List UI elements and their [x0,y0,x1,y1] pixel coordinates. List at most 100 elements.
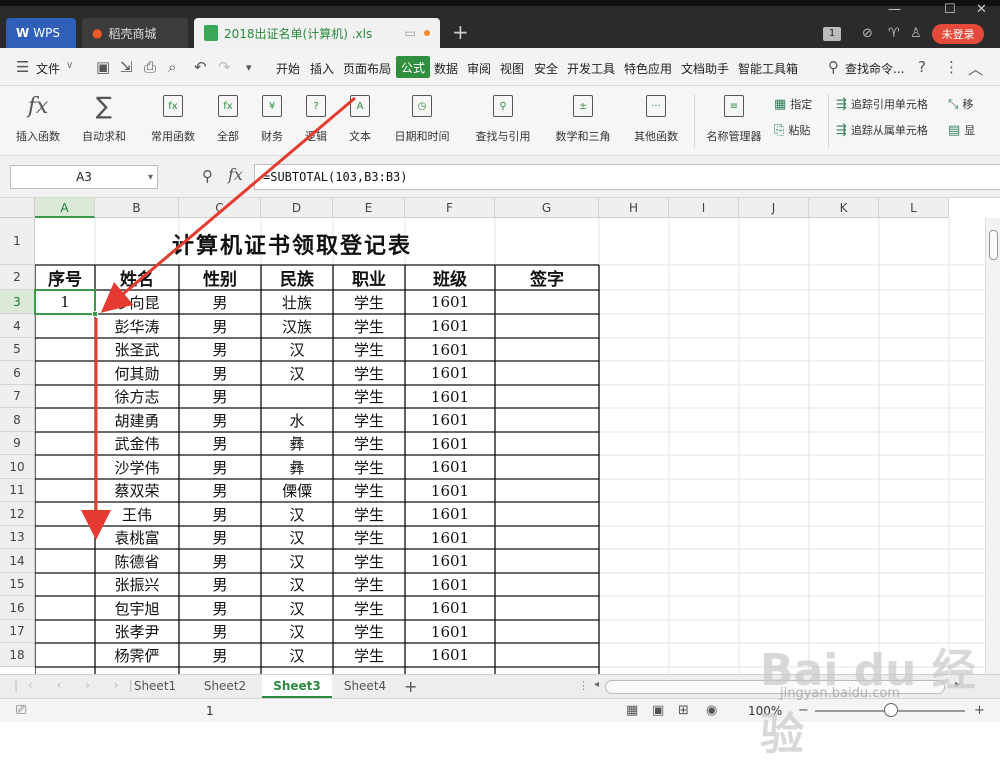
sheet-title[interactable]: 计算机证书领取登记表 [172,228,412,260]
table-cell[interactable] [495,549,599,573]
show-formulas-button[interactable]: ▤ 显 [948,122,975,138]
autosum-button[interactable]: ∑ 自动求和 [74,92,134,144]
header-cell[interactable]: 民族 [261,265,333,290]
lookup-reference-button[interactable]: ⚲ 查找与引用 [466,92,540,144]
vertical-scrollbar[interactable] [985,218,1000,674]
table-cell[interactable]: 胡建勇 [95,408,179,432]
table-cell[interactable]: 傈僳 [261,479,333,502]
table-cell[interactable]: 男 [179,479,261,502]
command-search[interactable]: 查找命令... [845,60,904,77]
header-cell[interactable]: 班级 [405,265,495,290]
table-cell[interactable] [495,314,599,338]
table-cell[interactable] [35,479,95,502]
row-header-14[interactable]: 14 [0,549,35,573]
table-cell[interactable] [495,408,599,432]
table-cell[interactable] [495,502,599,526]
table-cell[interactable] [495,620,599,643]
more-chevron-icon[interactable]: ▾ [246,61,252,74]
table-cell[interactable]: 汉 [261,596,333,620]
collapse-ribbon-icon[interactable]: ︿ [968,58,983,79]
table-cell[interactable]: 1601 [405,573,495,596]
table-cell[interactable] [35,338,95,361]
column-header-c[interactable]: C [179,198,261,218]
table-cell[interactable] [495,573,599,596]
menu-review[interactable]: 审阅 [467,60,491,77]
table-cell[interactable]: 男 [179,385,261,408]
table-cell[interactable]: 张圣武 [95,338,179,361]
menu-page-layout[interactable]: 页面布局 [343,60,391,77]
table-cell[interactable]: 1601 [405,385,495,408]
column-header-e[interactable]: E [333,198,405,218]
table-cell[interactable]: 学生 [333,455,405,479]
table-cell[interactable]: 1601 [405,549,495,573]
table-cell[interactable] [35,432,95,455]
name-box[interactable]: A3 ▾ [10,165,158,189]
table-cell[interactable]: 1601 [405,596,495,620]
save-icon[interactable]: ▣ [96,58,110,76]
more-sheets-icon[interactable]: ⋮ [578,679,589,692]
shirt-icon[interactable]: ♙ [910,26,922,41]
page-layout-view-icon[interactable]: ⊞ [678,703,689,718]
menu-doc-assistant[interactable]: 文档助手 [681,60,729,77]
math-trig-button[interactable]: ± 数学和三角 [546,92,620,144]
tab-docer-shop[interactable]: ● 稻壳商城 [82,18,188,48]
formula-input[interactable]: =SUBTOTAL(103,B3:B3) [254,164,1000,190]
table-cell[interactable] [495,643,599,667]
row-header-8[interactable]: 8 [0,408,35,432]
table-cell[interactable]: 1601 [405,408,495,432]
table-cell[interactable]: 1601 [405,502,495,526]
date-time-button[interactable]: ◷ 日期和时间 [386,92,458,144]
header-cell[interactable]: 姓名 [95,265,179,290]
table-cell[interactable] [35,620,95,643]
table-cell[interactable]: 学生 [333,338,405,361]
row-header-6[interactable]: 6 [0,361,35,385]
table-cell[interactable]: 沙学伟 [95,455,179,479]
login-button[interactable]: 未登录 [932,24,984,44]
remove-arrows-button[interactable]: ⤡ 移 [948,96,973,112]
table-cell[interactable]: 男 [179,314,261,338]
macro-record-icon[interactable]: ⎚ [16,703,26,718]
more-icon[interactable]: ⋮ [944,58,959,76]
close-icon[interactable]: ✕ [976,2,987,17]
table-cell[interactable] [495,385,599,408]
skin-icon[interactable]: ♈ [888,26,900,41]
table-cell[interactable]: 学生 [333,432,405,455]
column-header-i[interactable]: I [669,198,739,218]
share-icon[interactable]: ⊘ [862,26,873,41]
table-cell[interactable] [495,290,599,314]
menu-smart-toolbox[interactable]: 智能工具箱 [738,60,798,77]
column-header-h[interactable]: H [599,198,669,218]
sheet-tab-2[interactable]: Sheet2 [190,675,260,698]
table-cell[interactable] [35,502,95,526]
table-cell[interactable]: 汉 [261,549,333,573]
table-cell[interactable] [495,526,599,549]
table-cell[interactable]: 学生 [333,479,405,502]
table-cell[interactable]: 学生 [333,361,405,385]
name-manager-button[interactable]: ≡ 名称管理器 [702,92,766,144]
table-cell[interactable] [495,338,599,361]
row-header-7[interactable]: 7 [0,385,35,408]
table-cell[interactable]: 学生 [333,596,405,620]
row-header-3[interactable]: 3 [0,290,35,314]
all-functions-button[interactable]: fx 全部 [208,92,248,144]
table-cell[interactable]: 男 [179,338,261,361]
table-cell[interactable]: 袁桃富 [95,526,179,549]
active-cell-selection[interactable] [34,289,98,317]
row-header-1[interactable]: 1 [0,218,35,265]
table-cell[interactable]: 学生 [333,385,405,408]
row-header-15[interactable]: 15 [0,573,35,596]
table-cell[interactable]: 水 [261,408,333,432]
menu-view[interactable]: 视图 [500,60,524,77]
table-cell[interactable]: 学生 [333,573,405,596]
table-cell[interactable]: 学生 [333,620,405,643]
table-cell[interactable]: 汉族 [261,314,333,338]
table-cell[interactable]: 汉 [261,502,333,526]
table-cell[interactable]: 学生 [333,643,405,667]
column-header-l[interactable]: L [879,198,949,218]
table-cell[interactable]: 学生 [333,290,405,314]
table-cell[interactable]: 汉 [261,361,333,385]
table-cell[interactable]: 1601 [405,643,495,667]
financial-button[interactable]: ¥ 财务 [252,92,292,144]
table-cell[interactable]: 学生 [333,408,405,432]
chevron-down-icon[interactable]: ▾ [148,172,153,183]
